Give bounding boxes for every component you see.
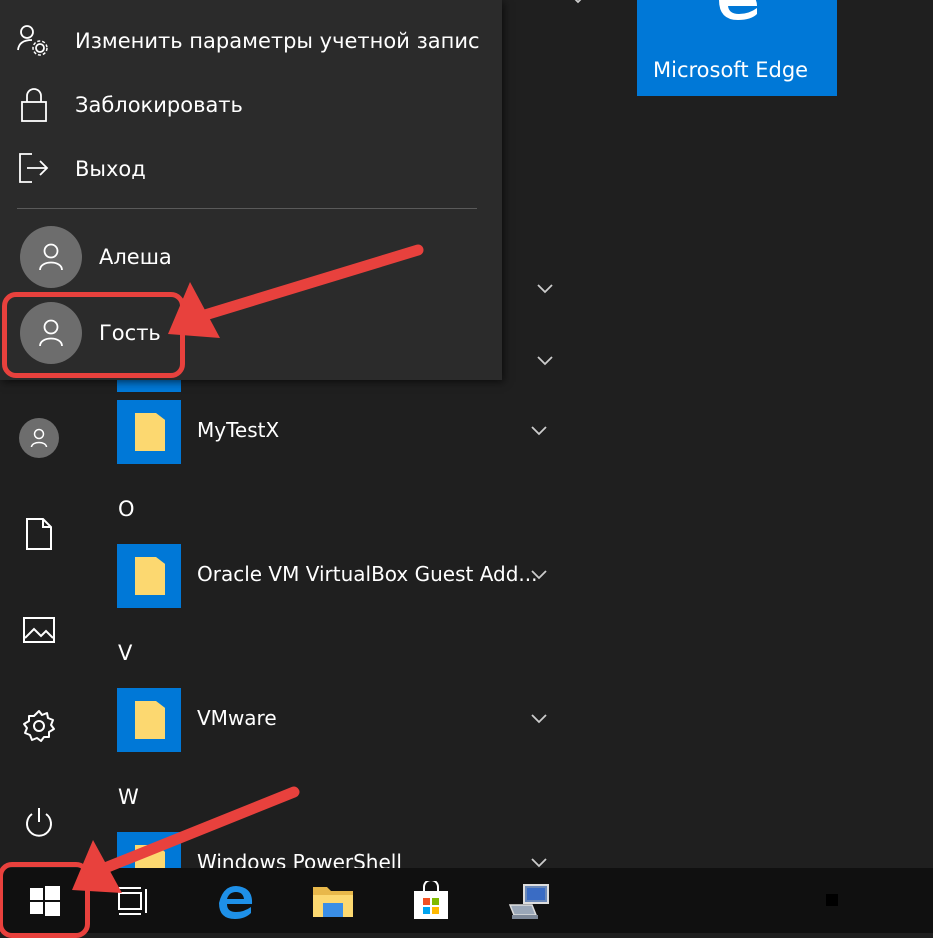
annotation-arrows <box>72 244 424 893</box>
arrow-to-start <box>99 786 300 874</box>
arrow-to-guest <box>199 244 424 321</box>
